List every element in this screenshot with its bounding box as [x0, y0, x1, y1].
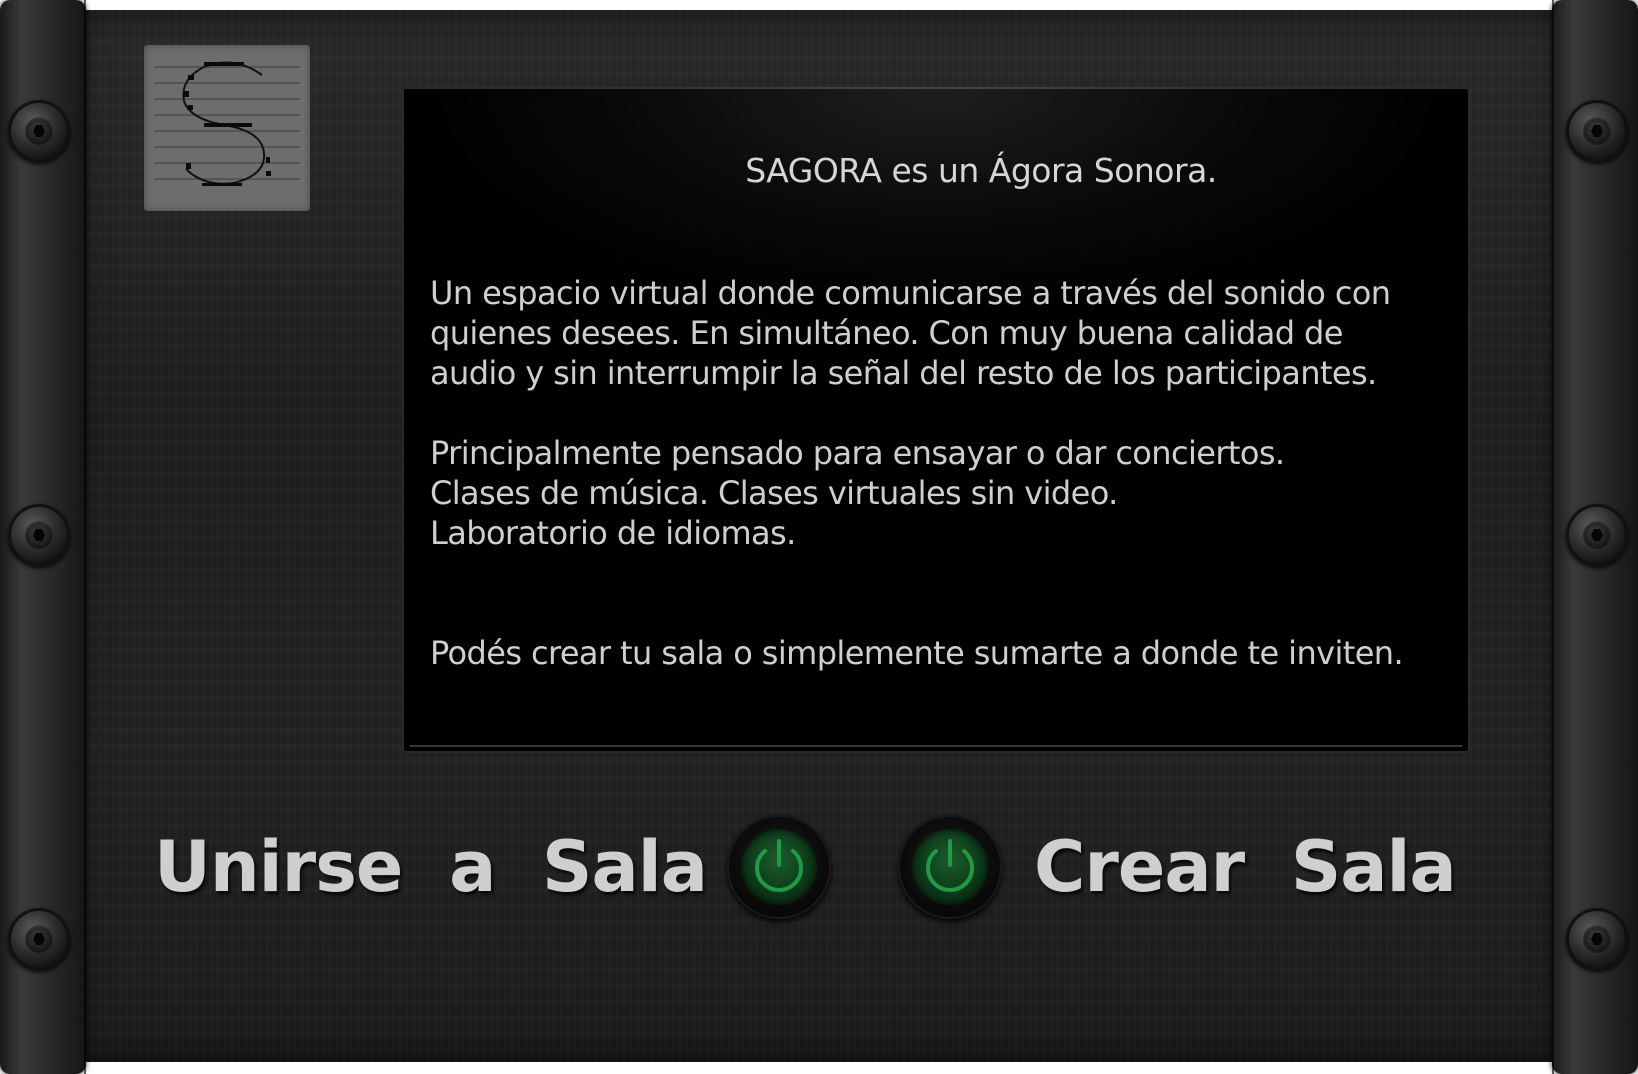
sagora-logo-icon	[144, 45, 310, 211]
join-room-button[interactable]: Unirse a Sala	[154, 812, 831, 922]
uses-paragraph: Principalmente pensado para ensayar o da…	[430, 433, 1285, 553]
rack-screw-icon	[8, 100, 70, 162]
intro-line: quienes desees. En simultáneo. Con muy b…	[430, 314, 1343, 352]
intro-line: audio y sin interrumpir la señal del res…	[430, 354, 1377, 392]
rack-screw-icon	[1566, 504, 1628, 566]
power-icon[interactable]	[726, 815, 831, 919]
uses-line: Laboratorio de idiomas.	[430, 514, 796, 552]
rack-screw-icon	[1566, 100, 1628, 162]
rack-screw-icon	[8, 908, 70, 970]
uses-line: Clases de música. Clases virtuales sin v…	[430, 474, 1118, 512]
screen-title: SAGORA es un Ágora Sonora.	[745, 151, 1217, 190]
intro-line: Un espacio virtual donde comunicarse a t…	[430, 274, 1391, 312]
rack-screw-icon	[8, 504, 70, 566]
create-room-label[interactable]: Crear Sala	[1034, 826, 1457, 908]
join-room-label[interactable]: Unirse a Sala	[154, 826, 708, 908]
app-frame: SAGORA es un Ágora Sonora. Un espacio vi…	[0, 0, 1638, 1074]
cta-paragraph: Podés crear tu sala o simplemente sumart…	[430, 633, 1404, 673]
cta-line: Podés crear tu sala o simplemente sumart…	[430, 634, 1404, 672]
power-icon[interactable]	[898, 815, 1002, 919]
info-screen: SAGORA es un Ágora Sonora. Un espacio vi…	[402, 87, 1470, 753]
rack-screw-icon	[1566, 908, 1628, 970]
create-room-button[interactable]: Crear Sala	[898, 812, 1457, 922]
intro-paragraph: Un espacio virtual donde comunicarse a t…	[430, 273, 1391, 393]
uses-line: Principalmente pensado para ensayar o da…	[430, 434, 1285, 472]
